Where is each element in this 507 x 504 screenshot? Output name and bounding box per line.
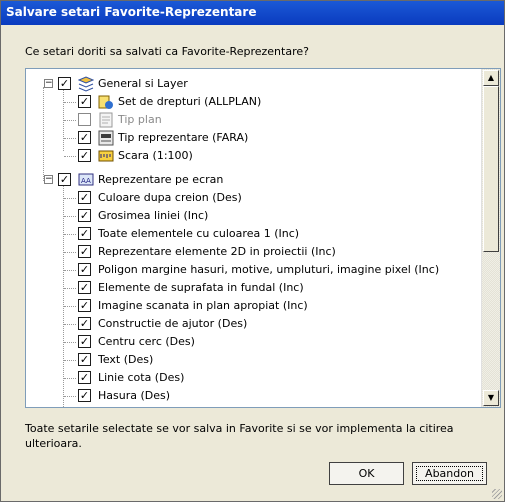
tree-line xyxy=(64,360,76,361)
tree-item-label: Culoare dupa creion (Des) xyxy=(98,191,242,204)
tree-line xyxy=(64,396,76,397)
tree-item[interactable]: ✓ Elemente de suprafata in fundal (Inc) xyxy=(64,279,478,297)
tree-line xyxy=(64,342,76,343)
tree-item-label: Linie cota (Des) xyxy=(98,371,185,384)
tree-line xyxy=(64,198,76,199)
window-title: Salvare setari Favorite-Reprezentare xyxy=(6,5,257,19)
tree-item-label: Centru cerc (Des) xyxy=(98,335,195,348)
tree-item-label: Toate elementele cu culoarea 1 (Inc) xyxy=(98,227,300,240)
tree-item[interactable]: ✓ Imagine scanata in plan apropiat (Inc) xyxy=(64,297,478,315)
tree-item-label: Imagine scanata in plan apropiat (Inc) xyxy=(98,299,308,312)
vertical-scrollbar[interactable]: ▲ ▼ xyxy=(481,69,500,407)
tree-item[interactable]: ✓ Grosimea liniei (Inc) xyxy=(64,207,478,225)
tree-item-label: Grosimea liniei (Inc) xyxy=(98,209,209,222)
rights-set-icon xyxy=(98,94,114,110)
tree-item-label: Scara (1:100) xyxy=(118,149,193,162)
tree-line xyxy=(64,120,76,121)
checkbox[interactable]: ✓ xyxy=(78,191,91,204)
tree-line xyxy=(64,270,76,271)
tree-item-label: Reprezentare elemente 2D in proiectii (I… xyxy=(98,245,336,258)
tree-item-label: Poligon margine hasuri, motive, umplutur… xyxy=(98,263,440,276)
tree-item[interactable]: ✓ Linie cota (Des) xyxy=(64,369,478,387)
dialog-prompt: Ce setari doriti sa salvati ca Favorite-… xyxy=(25,45,309,58)
checkbox-screen[interactable]: ✓ xyxy=(58,173,71,186)
representation-type-icon xyxy=(98,130,114,146)
checkbox[interactable]: ✓ xyxy=(78,149,91,162)
scrollbar-thumb[interactable] xyxy=(483,86,499,252)
svg-text:AA: AA xyxy=(81,177,91,185)
screen-representation-icon: AA xyxy=(78,172,94,188)
tree-item[interactable]: ✓ Centru cerc (Des) xyxy=(64,333,478,351)
tree-item[interactable]: ✓ Tip reprezentare (FARA) xyxy=(64,129,458,147)
info-note: Toate setarile selectate se vor salva in… xyxy=(25,422,454,450)
tree-line xyxy=(63,181,64,407)
plan-type-icon xyxy=(98,112,114,128)
tree-line xyxy=(64,288,76,289)
tree-line xyxy=(63,87,64,151)
tree-item-label: Elemente de suprafata in fundal (Inc) xyxy=(98,281,304,294)
tree-item[interactable]: ✓ Constructie de ajutor (Des) xyxy=(64,315,478,333)
checkbox[interactable]: ✓ xyxy=(78,371,91,384)
checkbox[interactable]: ✓ xyxy=(78,353,91,366)
tree-group-label: General si Layer xyxy=(98,77,188,90)
tree-item[interactable]: Tip plan xyxy=(64,111,458,129)
tree-line xyxy=(64,156,76,157)
checkbox[interactable]: ✓ xyxy=(78,131,91,144)
checkbox-general[interactable]: ✓ xyxy=(58,77,71,90)
checkbox[interactable]: ✓ xyxy=(78,95,91,108)
tree-item-label: Set de drepturi (ALLPLAN) xyxy=(118,95,262,108)
tree-line xyxy=(64,234,76,235)
checkbox[interactable]: ✓ xyxy=(78,263,91,276)
tree-item-label: Constructie de ajutor (Des) xyxy=(98,317,248,330)
scroll-down-button[interactable]: ▼ xyxy=(483,390,499,406)
collapse-toggle-icon[interactable]: − xyxy=(44,79,53,88)
tree-line xyxy=(64,378,76,379)
checkbox[interactable] xyxy=(78,113,91,126)
tree-line xyxy=(64,306,76,307)
tree-item[interactable]: ✓ Toate elementele cu culoarea 1 (Inc) xyxy=(64,225,478,243)
tree-item-label: Hasura (Des) xyxy=(98,389,171,402)
tree-line xyxy=(64,102,76,103)
tree-item[interactable]: ✓ Culoare dupa creion (Des) xyxy=(64,189,478,207)
checkbox[interactable]: ✓ xyxy=(78,281,91,294)
scale-icon xyxy=(98,148,114,164)
checkbox[interactable]: ✓ xyxy=(78,227,91,240)
checkbox[interactable]: ✓ xyxy=(78,299,91,312)
checkbox[interactable]: ✓ xyxy=(78,245,91,258)
tree-item-label: Tip reprezentare (FARA) xyxy=(118,131,249,144)
tree-line xyxy=(43,87,44,181)
scroll-up-button[interactable]: ▲ xyxy=(483,70,499,86)
tree-line xyxy=(64,324,76,325)
collapse-toggle-icon[interactable]: − xyxy=(44,175,53,184)
tree-group-screen[interactable]: − ✓ AA Reprezentare pe ecran xyxy=(44,171,458,189)
tree-item[interactable]: ✓ Hasura (Des) xyxy=(64,387,478,405)
tree-line xyxy=(64,216,76,217)
tree-line xyxy=(64,138,76,139)
tree-line xyxy=(64,252,76,253)
tree-item[interactable]: ✓ Poligon margine hasuri, motive, umplut… xyxy=(64,261,478,279)
title-bar[interactable]: Salvare setari Favorite-Reprezentare xyxy=(1,1,504,25)
settings-tree: − ✓ General si Layer ✓ Set de drepturi (… xyxy=(25,68,501,408)
dialog-window: Salvare setari Favorite-Reprezentare Ce … xyxy=(0,0,505,502)
tree-group-label: Reprezentare pe ecran xyxy=(98,173,224,186)
checkbox[interactable]: ✓ xyxy=(78,389,91,402)
tree-item-label: Tip plan xyxy=(118,113,162,126)
resize-grip-icon[interactable] xyxy=(492,489,502,499)
tree-group-general[interactable]: − ✓ General si Layer xyxy=(44,75,458,93)
checkbox[interactable]: ✓ xyxy=(78,209,91,222)
checkbox[interactable]: ✓ xyxy=(78,317,91,330)
tree-item[interactable]: ✓ Text (Des) xyxy=(64,351,478,369)
focus-rect xyxy=(416,466,483,481)
general-layer-icon xyxy=(77,76,95,92)
tree-viewport: − ✓ General si Layer ✓ Set de drepturi (… xyxy=(26,69,480,407)
tree-item-label: Text (Des) xyxy=(98,353,154,366)
checkbox[interactable]: ✓ xyxy=(78,335,91,348)
tree-item[interactable]: ✓ Scara (1:100) xyxy=(64,147,458,165)
tree-item[interactable]: ✓ Set de drepturi (ALLPLAN) xyxy=(64,93,458,111)
cancel-button[interactable]: Abandon xyxy=(412,462,487,485)
tree-item[interactable]: ✓ Reprezentare elemente 2D in proiectii … xyxy=(64,243,478,261)
ok-button[interactable]: OK xyxy=(329,462,404,485)
